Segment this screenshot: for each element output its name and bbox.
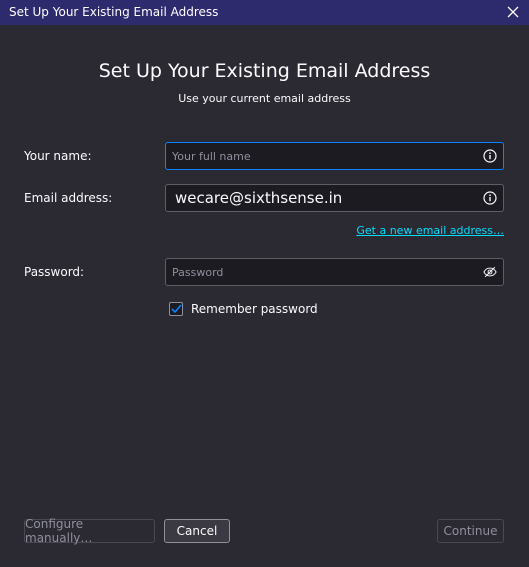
name-label: Your name: [24,149,92,163]
name-input[interactable] [166,143,476,169]
remember-password-label[interactable]: Remember password [191,302,318,316]
password-input[interactable] [166,259,476,285]
configure-manually-label: Configure manually… [25,517,93,545]
email-input[interactable] [166,185,476,211]
window-title: Set Up Your Existing Email Address [9,5,219,19]
password-field[interactable] [165,258,504,286]
close-icon[interactable] [505,4,521,20]
checkmark-icon [170,304,182,314]
info-icon[interactable] [483,149,497,163]
dialog-title: Set Up Your Existing Email Address [98,60,431,82]
configure-manually-button[interactable]: Configure manually… [24,517,155,545]
info-icon[interactable] [483,191,497,205]
cancel-label: Cancel [176,524,218,538]
email-field[interactable] [165,184,504,212]
name-field[interactable] [165,142,504,170]
continue-button[interactable]: Continue [437,519,504,543]
email-label: Email address: [24,191,113,205]
dialog-subtitle: Use your current email address [178,92,351,105]
cancel-button[interactable]: Cancel [164,519,230,543]
eye-slash-icon[interactable] [483,265,497,279]
continue-label: Continue [443,524,498,538]
password-label: Password: [24,265,85,279]
get-new-email-link[interactable]: Get a new email address… [356,224,504,237]
remember-password-checkbox[interactable] [169,302,183,316]
window-titlebar: Set Up Your Existing Email Address [0,0,529,25]
